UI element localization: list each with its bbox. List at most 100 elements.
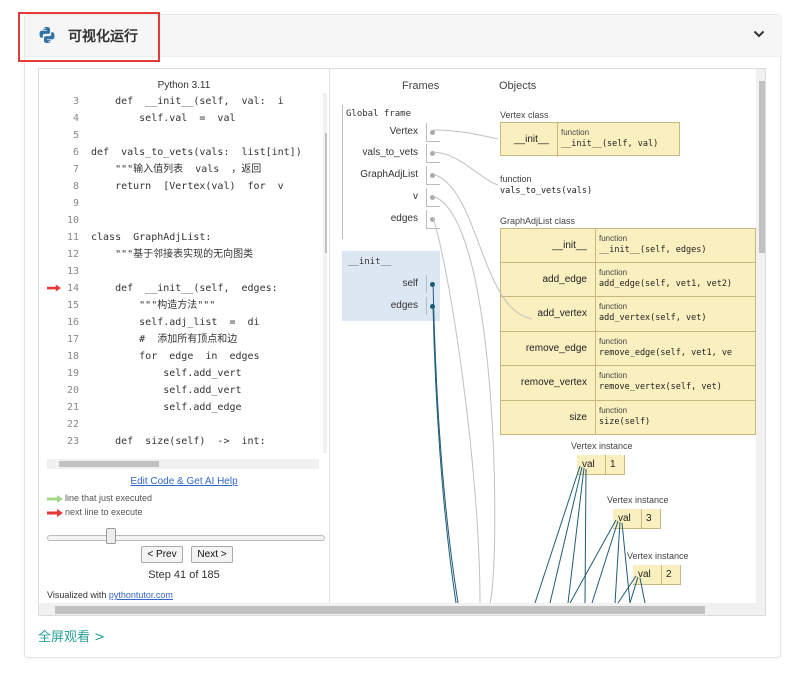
code-line: 19 self.add_vert <box>47 365 327 382</box>
var-slot-border <box>426 123 427 141</box>
code-line: 20 self.add_vert <box>47 382 327 399</box>
code-text: self.add_vert <box>91 368 242 379</box>
function-signature: remove_vertex(self, vet) <box>599 382 722 393</box>
var-slot-underline <box>426 141 440 142</box>
pointer-arrow <box>591 520 619 604</box>
pointer-arrow <box>567 467 585 604</box>
graph-class-row-init: __init__ function __init__(self, edges) <box>500 228 756 264</box>
step-counter: Step 41 of 185 <box>148 569 220 581</box>
python-version-label: Python 3.11 <box>157 80 211 91</box>
code-line: 22 <box>47 416 327 433</box>
legend-executed-label: line that just executed <box>65 493 153 503</box>
pointer-dot <box>430 217 435 222</box>
function-signature: add_vertex(self, vet) <box>599 313 707 324</box>
code-text: self.add_edge <box>91 402 242 413</box>
line-number: 7 <box>72 164 79 175</box>
line-number: 4 <box>72 113 79 124</box>
vertex-class-row-init: __init__ function __init__(self, val) <box>500 122 680 157</box>
graph-class-row-removevertex: remove_vertex function remove_vertex(self,… <box>500 366 756 401</box>
pointer-arrow <box>432 303 457 604</box>
fullscreen-link[interactable]: 全屏观看 > <box>38 626 105 645</box>
line-number: 16 <box>66 317 79 328</box>
code-line: 11 class GraphAdjList: <box>47 229 327 246</box>
line-number: 6 <box>72 147 79 158</box>
global-var-vals_to_vets: vals_to_vets <box>362 147 418 158</box>
code-line: 4 self.val = val <box>47 110 327 127</box>
line-number: 15 <box>66 300 79 311</box>
step-slider-thumb[interactable] <box>105 528 116 544</box>
edit-code-link[interactable]: Edit Code & Get AI Help <box>39 476 329 487</box>
prev-button[interactable]: < Prev <box>141 546 183 563</box>
code-vertical-scrollbar[interactable] <box>323 93 327 453</box>
pointer-arrow <box>432 151 499 186</box>
class-attr-name: size <box>569 411 587 423</box>
code-line: 18 for edge in edges <box>47 348 327 365</box>
frames-objects-panel: Frames Objects Global frame Vertex vals_t… <box>329 69 765 615</box>
pointer-arrow <box>549 466 583 604</box>
function-signature: __init__(self, val) <box>561 139 659 149</box>
objects-header: Objects <box>499 80 537 92</box>
pointer-arrow <box>569 519 617 604</box>
code-line: 17 # 添加所有顶点和边 <box>47 331 327 348</box>
global-var-graphadjlist: GraphAdjList <box>360 169 418 180</box>
vertex-instance-title: Vertex instance <box>571 441 633 451</box>
code-text: self.val = val <box>91 113 236 124</box>
vertex-instance-title: Vertex instance <box>607 495 669 505</box>
vertex-instance: val 1 <box>577 455 625 475</box>
global-var-v: v <box>413 191 418 202</box>
code-line: 16 self.adj_list = di <box>47 314 327 331</box>
class-cell-divider <box>595 262 596 297</box>
code-text: def __init__(self, edges: <box>91 283 278 294</box>
pointer-dot <box>430 282 435 287</box>
next-button[interactable]: Next > <box>191 546 233 563</box>
line-number: 22 <box>66 419 79 430</box>
code-line: 7 """输入值列表 vals ，返回 <box>47 161 327 178</box>
code-line: 6 def vals_to_vets(vals: list[int]) <box>47 144 327 161</box>
pointer-dot <box>430 151 435 156</box>
card-title: 可视化运行 <box>68 29 138 45</box>
code-horizontal-scrollbar[interactable] <box>47 459 319 469</box>
instance-cell-divider <box>605 455 606 475</box>
class-attr-name: remove_edge <box>525 342 587 354</box>
vertex-instance: val 3 <box>613 509 661 529</box>
code-line: 10 <box>47 212 327 229</box>
class-cell-divider <box>595 400 596 435</box>
function-tag: function <box>599 336 628 346</box>
step-slider[interactable] <box>47 535 325 541</box>
code-text: # 添加所有顶点和边 <box>91 334 238 345</box>
pythontutor-link[interactable]: pythontutor.com <box>109 590 173 600</box>
line-number: 20 <box>66 385 79 396</box>
visualizer-horizontal-scrollbar[interactable] <box>39 603 765 615</box>
vertex-instance: val 2 <box>633 565 681 585</box>
pointer-arrow <box>614 521 621 604</box>
code-text: """输入值列表 vals ，返回 <box>91 164 262 175</box>
pointer-dot <box>430 130 435 135</box>
legend-next-label: next line to execute <box>65 507 143 517</box>
code-line: 13 <box>47 263 327 280</box>
pointer-dot <box>430 304 435 309</box>
instance-attr-name: val <box>638 569 651 580</box>
visualized-with: Visualized with pythontutor.com <box>47 590 173 600</box>
pointer-arrow <box>432 281 459 604</box>
line-number: 5 <box>72 130 79 141</box>
class-attr-name: __init__ <box>513 134 549 145</box>
func-title: function <box>500 174 532 184</box>
red-arrow-icon <box>47 509 63 517</box>
instance-attr-value: 2 <box>666 569 672 580</box>
code-text: self.add_vert <box>91 385 242 396</box>
chevron-down-icon[interactable] <box>752 27 766 41</box>
code-text: def size(self) -> int: <box>91 436 266 447</box>
code-text: def vals_to_vets(vals: list[int]) <box>91 147 302 158</box>
code-line: 23 def size(self) -> int: <box>47 433 327 450</box>
class-cell-divider <box>557 123 558 157</box>
python-logo-icon <box>39 27 55 43</box>
code-line: 12 """基于邻接表实现的无向图类 <box>47 246 327 263</box>
class-attr-name: add_vertex <box>537 308 587 320</box>
var-slot-underline <box>426 206 440 207</box>
graph-class-row-removeedge: remove_edge function remove_edge(self, vet… <box>500 331 756 366</box>
objects-vertical-scrollbar[interactable] <box>756 69 765 603</box>
function-tag: function <box>599 267 628 277</box>
code-line: 3 def __init__(self, val: i <box>47 93 327 110</box>
line-number: 23 <box>66 436 79 447</box>
code-line: 15 """构造方法""" <box>47 297 327 314</box>
